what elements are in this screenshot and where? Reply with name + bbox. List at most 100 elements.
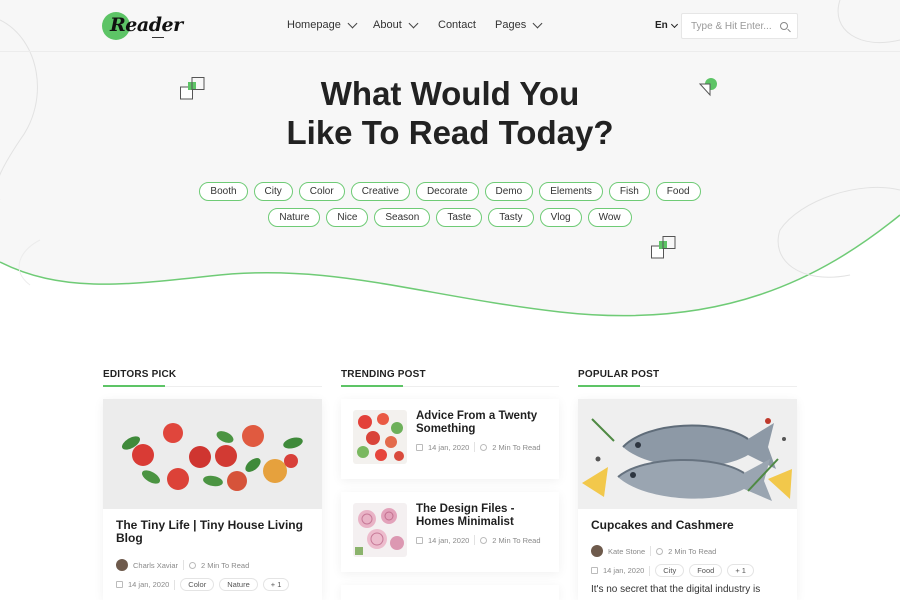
tag-pill[interactable]: Color <box>298 182 345 201</box>
search-icon[interactable] <box>780 22 788 30</box>
post-thumbnail[interactable] <box>353 410 407 464</box>
logo-text: Reader <box>110 14 183 36</box>
hero-section: Reader Homepage About Contact Pages En T… <box>0 0 900 330</box>
post-title[interactable]: Advice From a Twenty Something <box>416 410 551 436</box>
tag-chip[interactable]: City <box>655 564 685 577</box>
site-logo[interactable]: Reader <box>102 11 183 41</box>
post-title[interactable]: The Design Files - Homes Minimalist <box>416 503 551 529</box>
read-time: 2 Min To Read <box>201 560 250 570</box>
post-date: 14 jan, 2020 <box>603 566 645 575</box>
trending-post-heading: TRENDING POST <box>341 369 426 387</box>
post-image-fish[interactable] <box>578 399 797 509</box>
tag-pill[interactable]: Booth <box>199 182 248 201</box>
trending-post-item[interactable]: The Design Files - Homes Minimalist 14 j… <box>341 492 559 572</box>
tag-pill[interactable]: Creative <box>350 182 410 201</box>
post-excerpt: It's no secret that the digital industry… <box>591 584 761 595</box>
post-meta-date-tags: 14 jan, 2020 Color Nature + 1 <box>116 578 290 591</box>
tag-pill[interactable]: Nice <box>326 208 369 227</box>
nav-label: About <box>373 19 402 31</box>
tag-chip[interactable]: Color <box>180 578 215 591</box>
tag-chip[interactable]: Food <box>689 564 723 577</box>
nav-item-contact[interactable]: Contact <box>438 19 476 31</box>
calendar-icon <box>591 567 598 574</box>
tag-pill[interactable]: City <box>253 182 293 201</box>
meta-separator <box>649 565 651 576</box>
post-meta-author: Charls Xaviar 2 Min To Read <box>116 559 249 571</box>
post-image-apples[interactable] <box>103 399 322 509</box>
calendar-icon <box>116 581 123 588</box>
meta-separator <box>650 546 652 556</box>
hero-title-line: What Would You <box>320 75 580 112</box>
clock-icon <box>480 443 488 451</box>
tag-pill[interactable]: Vlog <box>539 208 582 227</box>
vegetables-thumbnail <box>353 410 407 464</box>
meta-separator <box>183 560 185 570</box>
post-title[interactable]: Cupcakes and Cashmere <box>591 519 786 532</box>
nav-label: Homepage <box>287 19 341 31</box>
calendar-icon <box>416 536 423 544</box>
nav-item-pages[interactable]: Pages <box>495 18 543 31</box>
logo-underline <box>152 37 164 38</box>
onions-thumbnail <box>353 503 407 557</box>
post-date: 14 jan, 2020 <box>128 580 170 589</box>
post-meta-author: Kate Stone 2 Min To Read <box>591 545 716 557</box>
chevron-down-icon <box>532 18 543 28</box>
post-date: 14 jan, 2020 <box>428 442 470 452</box>
tag-pill[interactable]: Tasty <box>488 208 534 227</box>
tag-pill[interactable]: Taste <box>436 208 483 227</box>
fish-image <box>578 399 797 509</box>
popular-post-heading: POPULAR POST <box>578 369 660 387</box>
apples-image <box>103 399 322 509</box>
chevron-down-icon <box>347 18 358 28</box>
post-meta: 14 jan, 2020 2 Min To Read <box>416 535 541 545</box>
chevron-down-icon <box>408 18 419 28</box>
tag-cloud-row-1: Booth City Color Creative Decorate Demo … <box>0 182 900 201</box>
tag-pill[interactable]: Season <box>374 208 431 227</box>
language-selector[interactable]: En <box>655 20 678 31</box>
tag-pill[interactable]: Demo <box>484 182 534 201</box>
clock-icon <box>656 547 664 555</box>
tag-chip[interactable]: Nature <box>219 578 258 591</box>
tag-chip[interactable]: + 1 <box>727 564 754 577</box>
popular-post-card[interactable]: Cupcakes and Cashmere Kate Stone 2 Min T… <box>578 399 797 600</box>
tag-pill[interactable]: Food <box>655 182 701 201</box>
decorative-squares-icon <box>651 236 676 259</box>
tag-pill[interactable]: Elements <box>539 182 603 201</box>
author-name[interactable]: Kate Stone <box>608 547 645 556</box>
nav-label: Contact <box>438 19 476 31</box>
post-title[interactable]: The Tiny Life | Tiny House Living Blog <box>116 519 311 545</box>
clock-icon <box>480 536 488 544</box>
tag-pill[interactable]: Nature <box>268 208 321 227</box>
hero-title-line: Like To Read Today? <box>286 114 614 151</box>
read-time: 2 Min To Read <box>492 535 541 545</box>
hero-title: What Would You Like To Read Today? <box>0 74 900 152</box>
avatar <box>591 545 603 557</box>
top-navigation-bar: Reader Homepage About Contact Pages En <box>0 0 900 52</box>
language-label: En <box>655 20 668 31</box>
editors-pick-heading: EDITORS PICK <box>103 369 177 387</box>
search-box <box>681 13 798 39</box>
tag-chip[interactable]: + 1 <box>262 578 290 591</box>
nav-item-about[interactable]: About <box>373 18 419 31</box>
tag-pill[interactable]: Wow <box>587 208 632 227</box>
post-meta: 14 jan, 2020 2 Min To Read <box>416 442 541 452</box>
post-date: 14 jan, 2020 <box>428 535 470 545</box>
avatar <box>116 559 128 571</box>
tag-pill[interactable]: Decorate <box>415 182 479 201</box>
clock-icon <box>189 561 197 569</box>
tag-pill[interactable]: Fish <box>608 182 650 201</box>
post-thumbnail[interactable] <box>353 503 407 557</box>
nav-item-homepage[interactable]: Homepage <box>287 18 358 31</box>
meta-separator <box>174 579 176 590</box>
tag-cloud-row-2: Nature Nice Season Taste Tasty Vlog Wow <box>0 208 900 227</box>
chevron-down-icon <box>670 20 678 28</box>
calendar-icon <box>416 443 423 451</box>
trending-post-item[interactable] <box>341 585 559 600</box>
meta-separator <box>474 442 476 452</box>
search-input[interactable] <box>691 19 775 34</box>
read-time: 2 Min To Read <box>492 442 541 452</box>
author-name[interactable]: Charls Xaviar <box>133 561 178 570</box>
editors-pick-card[interactable]: The Tiny Life | Tiny House Living Blog C… <box>103 399 322 600</box>
trending-post-item[interactable]: Advice From a Twenty Something 14 jan, 2… <box>341 399 559 479</box>
nav-label: Pages <box>495 19 527 31</box>
